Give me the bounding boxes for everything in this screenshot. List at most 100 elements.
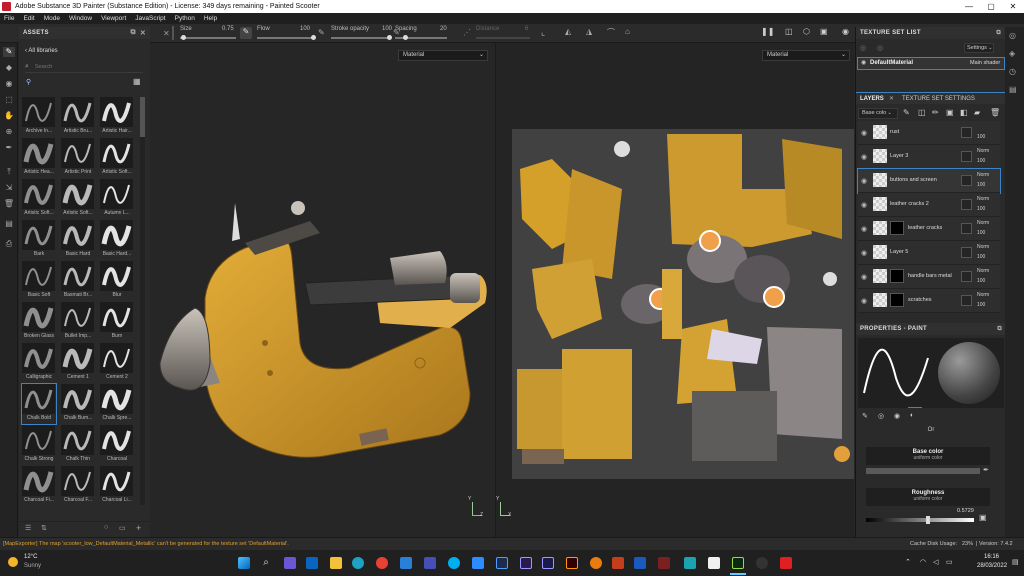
viewport-2d-mode-select[interactable]: Material ⌄ — [762, 50, 850, 61]
layer-row[interactable]: ◉ rust 100 — [858, 121, 1000, 145]
paint-brush-icon[interactable]: ✎ — [3, 47, 15, 57]
bend-icon[interactable]: ⌒ — [607, 27, 615, 38]
group-folder-icon[interactable]: ▰ — [974, 108, 980, 117]
notification-icon[interactable]: ▤ — [1012, 558, 1019, 566]
asset-search[interactable]: ⌕ — [25, 63, 143, 73]
layer-opacity[interactable]: 100 — [977, 278, 985, 284]
unity-icon[interactable] — [756, 557, 768, 569]
mail-icon[interactable] — [400, 557, 412, 569]
brush-item[interactable]: Basmati Br... — [61, 261, 95, 301]
substance-painter-icon[interactable] — [732, 557, 744, 569]
blend-mode[interactable]: Norm — [977, 148, 989, 154]
eye-icon[interactable]: ◉ — [861, 297, 869, 305]
add-icon[interactable]: + — [136, 523, 141, 533]
history-icon[interactable]: ◷ — [1009, 67, 1016, 76]
picker-icon[interactable]: ✒ — [3, 143, 15, 153]
projection-icon[interactable]: ◉ — [3, 79, 15, 89]
roughness-slider-knob[interactable] — [926, 516, 930, 524]
layer-channel-box[interactable] — [961, 271, 972, 282]
alpha-tab-icon[interactable]: ◎ — [878, 412, 884, 420]
camera-view-icon[interactable]: ◫ — [785, 27, 793, 36]
sort-icon[interactable]: ⇅ — [41, 524, 47, 532]
brush-item[interactable]: Artistic Bru... — [61, 97, 95, 137]
layer-channel-box[interactable] — [961, 199, 972, 210]
lazy-mouse-icon[interactable]: ⋰ — [463, 28, 471, 37]
brush-item[interactable]: Artistic Hair... — [100, 97, 134, 137]
layer-channel-box[interactable] — [961, 223, 972, 234]
brush-item[interactable]: Artistic Hea... — [22, 138, 56, 178]
brush-item[interactable]: Charcoal Li... — [100, 466, 134, 506]
brush-item[interactable]: Cement 1 — [61, 343, 95, 383]
mirror-icon[interactable]: ◮ — [586, 27, 592, 36]
pause-icon[interactable]: ❚❚ — [761, 27, 774, 36]
folder-icon[interactable]: ▭ — [119, 524, 126, 532]
snap-icon[interactable]: ⌞ — [541, 27, 545, 38]
close-button[interactable]: ✕ — [1002, 2, 1024, 11]
battery-icon[interactable]: ▭ — [946, 558, 953, 566]
delete-layer-icon[interactable]: 🗑 — [990, 108, 1000, 117]
layer-row[interactable]: ◉ buttons and screen Norm 100 — [857, 168, 1001, 194]
brush-item[interactable]: Chalk Strong — [22, 425, 56, 465]
layer-opacity[interactable]: 100 — [977, 230, 985, 236]
assets-scrollbar[interactable] — [140, 97, 145, 505]
brush-item[interactable]: Charcoal F... — [61, 466, 95, 506]
brush-layer-icon[interactable]: ✏ — [932, 108, 939, 117]
stroke-opacity-slider[interactable] — [331, 35, 392, 40]
uv-texture-map[interactable] — [512, 129, 854, 479]
app-icon-red[interactable] — [658, 557, 670, 569]
after-effects-icon[interactable] — [542, 557, 554, 569]
file-explorer-icon[interactable] — [330, 557, 342, 569]
visibility-icon[interactable]: ◎ — [877, 44, 883, 52]
size-slider[interactable] — [180, 35, 236, 40]
layer-row[interactable]: ◉ Layer 3 Norm 100 — [858, 145, 1000, 169]
menu-viewport[interactable]: Viewport — [101, 15, 126, 22]
layer-channel-box[interactable] — [961, 151, 972, 162]
blend-mode[interactable]: Norm — [977, 292, 989, 298]
grid-view-icon[interactable]: ▦ — [133, 77, 141, 86]
list-icon[interactable]: ☰ — [25, 524, 31, 532]
weather[interactable]: Sunny — [24, 563, 41, 569]
brush-item[interactable]: Autumn L... — [100, 179, 134, 219]
layer-row[interactable]: ◉ scratches Norm 100 — [858, 289, 1000, 313]
screenshot-icon[interactable]: ◉ — [842, 27, 849, 36]
flow-slider-knob[interactable] — [311, 35, 316, 40]
tab-layers-close-icon[interactable]: ✕ — [889, 95, 894, 102]
clock-time[interactable]: 16:16 — [984, 554, 999, 560]
eye-icon[interactable]: ◉ — [861, 225, 869, 233]
chrome-icon[interactable] — [376, 557, 388, 569]
scooter-model[interactable] — [150, 43, 495, 537]
menu-help[interactable]: Help — [204, 15, 217, 22]
fill-layer-icon[interactable]: ▣ — [946, 108, 954, 117]
layer-channel-box[interactable] — [961, 295, 972, 306]
edge-icon[interactable] — [352, 557, 364, 569]
layer-row[interactable]: ◉ Layer 5 Norm 100 — [858, 241, 1000, 265]
stroke-opacity-value[interactable]: 100 — [382, 26, 392, 32]
brush-item[interactable]: Cement 2 — [100, 343, 134, 383]
bake-icon[interactable]: ⤒ — [3, 167, 15, 177]
material-tab-icon[interactable]: ◐ — [910, 412, 914, 419]
stencil-tab-icon[interactable]: ◉ — [894, 412, 900, 420]
tab-texture-set-settings[interactable]: TEXTURE SET SETTINGS — [902, 96, 975, 102]
scrollbar-thumb[interactable] — [140, 97, 145, 137]
eye-icon[interactable]: ◉ — [861, 273, 869, 281]
teams-icon[interactable] — [284, 557, 296, 569]
spacing-value[interactable]: 20 — [440, 26, 447, 32]
brush-item[interactable]: Basic Hard — [61, 220, 95, 260]
brush-item[interactable]: Charcoal — [100, 425, 134, 465]
menu-python[interactable]: Python — [175, 15, 195, 22]
blend-mode[interactable]: Norm — [977, 244, 989, 250]
shader-settings-icon[interactable]: ◈ — [1009, 49, 1015, 58]
add-mask-icon[interactable]: ◫ — [918, 108, 926, 117]
viewport-2d[interactable]: Material ⌄ Y X — [495, 43, 854, 537]
brush-item[interactable]: Basic Soft — [22, 261, 56, 301]
layer-opacity[interactable]: 100 — [977, 158, 985, 164]
shelf-icon[interactable]: ▤ — [3, 219, 15, 229]
flow-value[interactable]: 100 — [300, 26, 310, 32]
roughness-box[interactable]: Roughness uniform color — [866, 488, 990, 506]
eye-icon[interactable]: ◉ — [861, 153, 869, 161]
brush-item[interactable]: Broken Glass — [22, 302, 56, 342]
blend-mode[interactable]: Norm — [977, 196, 989, 202]
word-icon[interactable] — [634, 557, 646, 569]
menu-file[interactable]: File — [4, 15, 14, 22]
search-icon[interactable]: ⌕ — [260, 557, 272, 569]
